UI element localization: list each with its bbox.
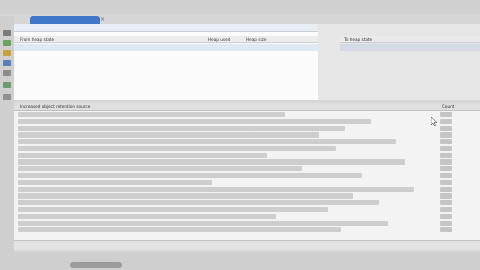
count-cell: [440, 213, 452, 219]
list-item[interactable]: [18, 206, 328, 213]
table-row[interactable]: [340, 44, 480, 51]
list-item[interactable]: [18, 112, 285, 118]
count-cell: [440, 186, 452, 192]
retention-table-header: Increased object retention source Count: [14, 103, 480, 111]
count-cell: [440, 145, 452, 152]
close-icon[interactable]: ×: [100, 16, 105, 23]
heap-panel-title: [14, 24, 318, 32]
column-from-state[interactable]: From heap state: [20, 36, 54, 42]
list-item[interactable]: [18, 193, 354, 199]
settings-icon[interactable]: [3, 94, 11, 100]
details-bar: [14, 240, 480, 250]
list-item[interactable]: [18, 220, 388, 226]
count-cell: [440, 112, 452, 118]
list-item[interactable]: [18, 125, 345, 131]
count-cell: [440, 193, 452, 199]
retention-list[interactable]: [18, 112, 448, 244]
list-item[interactable]: [18, 166, 302, 172]
column-retention-source[interactable]: Increased object retention source: [20, 104, 90, 109]
list-item[interactable]: [18, 132, 319, 138]
count-column: [440, 112, 470, 244]
count-cell: [440, 206, 452, 213]
gc-icon[interactable]: [3, 70, 11, 76]
horizontal-scrollbar[interactable]: [70, 262, 122, 268]
debug-icon[interactable]: [3, 50, 11, 56]
back-icon[interactable]: [3, 30, 11, 36]
count-cell: [440, 139, 452, 145]
list-item[interactable]: [18, 200, 380, 206]
count-cell: [440, 118, 452, 124]
heap-table-header: [14, 36, 318, 43]
main-toolbar: [0, 0, 480, 14]
count-cell: [440, 173, 452, 179]
column-heap-size[interactable]: Heap size: [246, 36, 266, 42]
list-item[interactable]: [18, 227, 341, 233]
count-cell: [440, 220, 452, 226]
column-heap-used[interactable]: Heap used: [208, 36, 230, 42]
list-item[interactable]: [18, 145, 337, 152]
count-cell: [440, 152, 452, 158]
list-item[interactable]: [18, 186, 414, 192]
list-item[interactable]: [18, 179, 212, 185]
mouse-cursor-icon: [431, 117, 438, 126]
count-cell: [440, 166, 452, 172]
list-item[interactable]: [18, 139, 397, 145]
count-cell: [440, 200, 452, 206]
list-item[interactable]: [18, 152, 268, 158]
column-count[interactable]: Count: [442, 104, 454, 109]
count-cell: [440, 125, 452, 131]
count-cell: [440, 132, 452, 138]
count-cell: [440, 227, 452, 233]
list-item[interactable]: [18, 118, 371, 124]
heap-icon[interactable]: [3, 60, 11, 66]
count-cell: [440, 179, 452, 185]
count-cell: [440, 159, 452, 165]
list-item[interactable]: [18, 159, 405, 165]
refresh-icon[interactable]: [3, 82, 11, 88]
column-to-state[interactable]: To heap state: [344, 37, 372, 42]
run-icon[interactable]: [3, 40, 11, 46]
list-item[interactable]: [18, 213, 276, 219]
table-row[interactable]: [14, 51, 318, 58]
to-heap-header: To heap state: [340, 36, 480, 43]
editor-tab[interactable]: [30, 16, 100, 24]
table-row[interactable]: [14, 44, 318, 51]
list-item[interactable]: [18, 173, 362, 179]
